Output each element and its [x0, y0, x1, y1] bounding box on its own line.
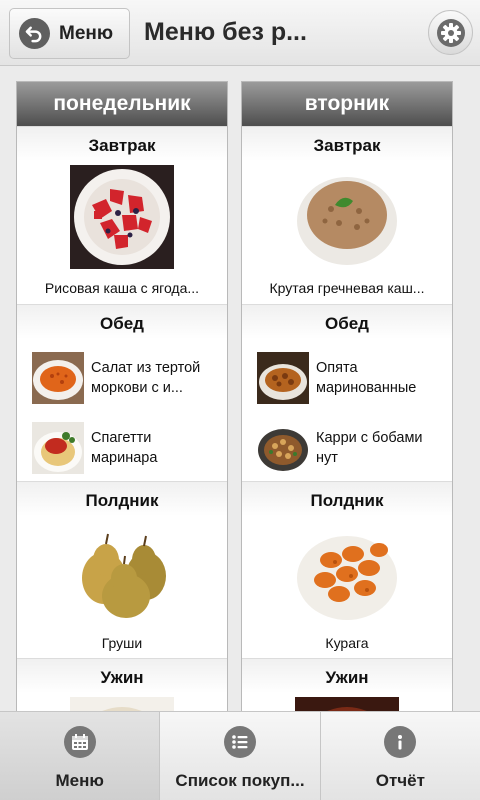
meal-lunch: Обед Салат из тертой моркови с и... Спаг… — [17, 304, 227, 481]
dish-item[interactable]: Салат из тертой моркови с и... — [17, 343, 227, 413]
meal-title: Полдник — [85, 491, 159, 510]
rice-porridge-berries-image — [70, 165, 174, 269]
tab-menu[interactable]: Меню — [0, 712, 161, 800]
dish-item[interactable]: Опята маринованные — [242, 343, 452, 413]
tab-report[interactable]: Отчёт — [320, 712, 480, 800]
dish-label: Карри с бобами нут — [316, 430, 423, 466]
gear-icon — [436, 18, 465, 47]
tab-label: Меню — [55, 771, 104, 790]
meal-title: Полдник — [310, 491, 384, 510]
list-icon — [223, 726, 256, 758]
meal-title: Завтрак — [313, 136, 381, 155]
meal-title: Обед — [100, 314, 144, 333]
tab-shopping-list[interactable]: Список покуп... — [160, 712, 321, 800]
pears-image — [70, 520, 174, 624]
dish-caption: Курага — [325, 635, 369, 651]
meal-snack[interactable]: Полдник Груши — [17, 481, 227, 658]
day-column-tuesday: вторник Завтрак Крутая гречневая каш... … — [241, 81, 453, 721]
tab-label: Список покуп... — [175, 771, 305, 790]
meal-breakfast[interactable]: Завтрак Крутая гречневая каш... — [242, 126, 452, 304]
app-header: Меню Меню без р... — [0, 0, 480, 66]
meal-title: Ужин — [100, 668, 144, 687]
back-arrow-icon — [19, 18, 50, 49]
dried-apricots-image — [295, 520, 399, 624]
back-menu-button[interactable]: Меню — [9, 8, 130, 59]
meal-title: Завтрак — [88, 136, 156, 155]
dish-caption: Груши — [101, 635, 143, 651]
dish-label: Салат из тертой моркови с и... — [91, 360, 201, 396]
bottom-navigation: Меню Список покуп... Отчёт — [0, 711, 480, 800]
dish-item[interactable]: Карри с бобами нут — [242, 413, 452, 483]
day-header: понедельник — [17, 82, 227, 126]
day-column-monday: понедельник Завтрак Рисовая каша с ягода… — [16, 81, 228, 721]
dish-label: Опята маринованные — [316, 360, 417, 396]
day-header: вторник — [242, 82, 452, 126]
dish-label: Спагетти маринара — [91, 430, 158, 466]
dish-item[interactable]: Спагетти маринара — [17, 413, 227, 483]
meal-breakfast[interactable]: Завтрак Рисовая каша с ягода... — [17, 126, 227, 304]
chickpea-curry-image — [257, 422, 309, 474]
tab-label: Отчёт — [375, 771, 425, 790]
page-title: Меню без р... — [144, 18, 307, 46]
buckwheat-porridge-image — [295, 165, 399, 269]
pickled-mushrooms-image — [257, 352, 309, 404]
info-icon — [384, 726, 417, 758]
meal-title: Обед — [325, 314, 369, 333]
calendar-icon — [63, 726, 96, 758]
back-button-label: Меню — [59, 22, 114, 44]
dish-caption: Крутая гречневая каш... — [269, 280, 425, 296]
settings-button[interactable] — [428, 10, 473, 55]
meal-title: Ужин — [325, 668, 369, 687]
dish-caption: Рисовая каша с ягода... — [44, 280, 200, 296]
meal-lunch: Обед Опята маринованные Карри с бобами н… — [242, 304, 452, 481]
carrot-salad-image — [32, 352, 84, 404]
spaghetti-marinara-image — [32, 422, 84, 474]
meal-snack[interactable]: Полдник Курага — [242, 481, 452, 658]
